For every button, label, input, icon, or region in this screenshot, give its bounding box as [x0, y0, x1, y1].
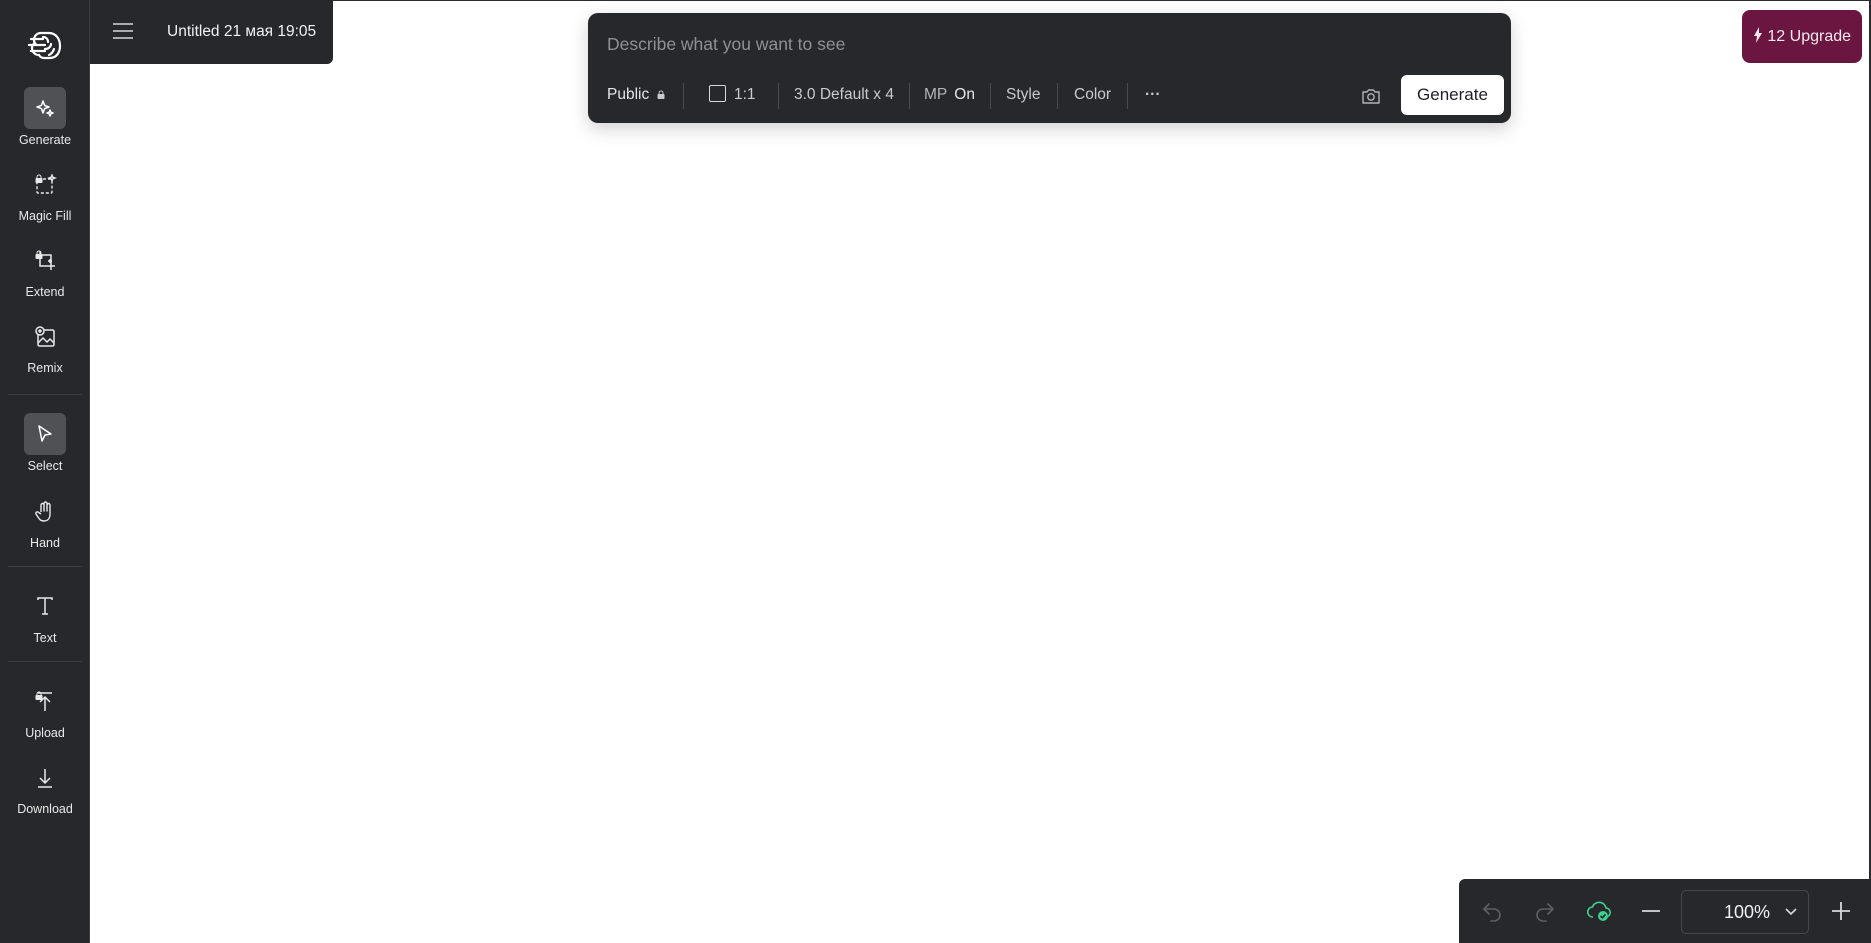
left-toolbar: Generate Magic Fill Extend Remix Select … [0, 0, 90, 943]
tool-remix[interactable]: Remix [0, 315, 90, 375]
image-add-icon [24, 315, 66, 357]
camera-icon[interactable] [1361, 86, 1381, 106]
option-divider [990, 83, 991, 109]
tool-text[interactable]: Text [0, 585, 90, 645]
toolbar-divider [8, 394, 82, 395]
tool-hand[interactable]: Hand [0, 490, 90, 550]
option-divider [683, 83, 684, 109]
canvas-controls: 100% [1459, 879, 1871, 943]
download-icon [24, 756, 66, 798]
style-label: Style [1006, 86, 1041, 103]
zoom-out-icon[interactable] [1639, 899, 1663, 923]
lightning-icon [1753, 27, 1762, 43]
mp-label: MP [924, 86, 947, 103]
tool-label: Select [27, 459, 63, 473]
more-options-button[interactable]: ··· [1145, 83, 1161, 107]
zoom-level-select[interactable]: 100% [1681, 890, 1809, 934]
color-selector[interactable]: Color [1074, 83, 1111, 107]
cursor-icon [24, 413, 66, 455]
toolbar-divider [8, 566, 82, 567]
option-divider [1127, 83, 1128, 109]
lock-icon [35, 250, 43, 259]
aspect-ratio-selector[interactable]: 1:1 [709, 83, 756, 107]
tool-extend[interactable]: Extend [0, 239, 90, 299]
more-icon: ··· [1145, 86, 1161, 103]
upgrade-label: Upgrade [1789, 28, 1852, 45]
hand-icon [24, 490, 66, 532]
crop-extend-icon [24, 239, 66, 281]
tool-label: Extend [25, 285, 65, 299]
text-icon [24, 585, 66, 627]
tool-label: Magic Fill [18, 209, 72, 223]
redo-icon[interactable] [1533, 899, 1557, 923]
aspect-ratio-label: 1:1 [734, 86, 756, 103]
mp-value: On [954, 86, 975, 103]
tool-select[interactable]: Select [0, 413, 90, 473]
model-label: 3.0 Default x 4 [794, 86, 894, 103]
tool-label: Generate [18, 133, 72, 147]
hamburger-menu-icon[interactable] [111, 19, 135, 43]
undo-icon[interactable] [1480, 899, 1504, 923]
option-divider [909, 83, 910, 109]
generate-button[interactable]: Generate [1401, 75, 1504, 115]
app-logo-icon[interactable] [27, 27, 63, 63]
magic-prompt-toggle[interactable]: MP On [924, 83, 975, 107]
tool-label: Upload [25, 726, 65, 740]
visibility-toggle[interactable]: Public [607, 83, 665, 107]
square-icon [709, 85, 726, 102]
tool-label: Remix [27, 361, 63, 375]
prompt-panel: Public 1:1 3.0 Default x 4 MP On Style C… [588, 13, 1511, 123]
color-label: Color [1074, 86, 1112, 103]
chevron-down-icon [1785, 908, 1797, 916]
lock-icon [35, 174, 43, 183]
visibility-label: Public [607, 86, 650, 103]
option-divider [1057, 83, 1058, 109]
credits-count: 12 [1767, 28, 1786, 45]
toolbar-divider [8, 661, 82, 662]
document-header: Untitled 21 мая 19:05 [90, 0, 333, 64]
model-selector[interactable]: 3.0 Default x 4 [794, 83, 894, 107]
cloud-saved-icon[interactable] [1586, 899, 1611, 923]
style-selector[interactable]: Style [1006, 83, 1040, 107]
tool-magic-fill[interactable]: Magic Fill [0, 163, 90, 223]
lock-icon [35, 691, 43, 700]
tool-label: Download [17, 802, 73, 816]
upload-icon [24, 680, 66, 722]
zoom-in-icon[interactable] [1829, 899, 1853, 923]
tool-label: Text [33, 631, 57, 645]
tool-label: Hand [30, 536, 60, 550]
upgrade-button[interactable]: 12 Upgrade [1742, 10, 1862, 63]
document-title[interactable]: Untitled 21 мая 19:05 [167, 23, 316, 41]
sparkle-icon [24, 87, 66, 129]
prompt-input[interactable] [607, 29, 1487, 59]
tool-upload[interactable]: Upload [0, 680, 90, 740]
lock-icon [657, 90, 665, 99]
option-divider [778, 83, 779, 109]
magic-fill-icon [24, 163, 66, 205]
tool-download[interactable]: Download [0, 756, 90, 816]
zoom-value: 100% [1724, 902, 1771, 922]
app-frame [0, 0, 1871, 943]
tool-generate[interactable]: Generate [0, 87, 90, 147]
